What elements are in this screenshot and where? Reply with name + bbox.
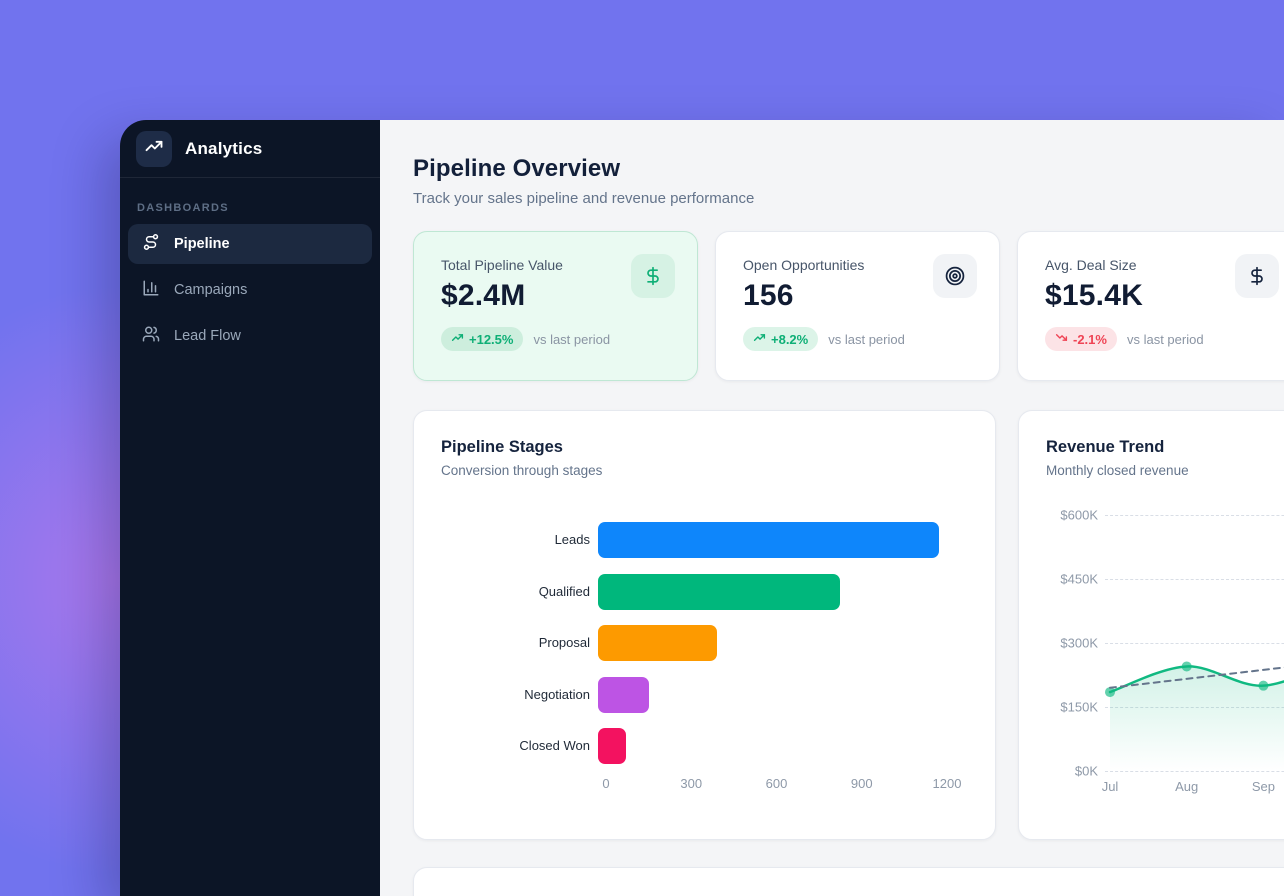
y-tick-label: $600K [1046, 508, 1098, 523]
y-tick-label: $450K [1046, 572, 1098, 587]
sidebar: Analytics DASHBOARDS Pipeline [120, 120, 380, 896]
revenue-trend-plot: $600K$450K$300K$150K$0K [1046, 515, 1284, 771]
logo-row: Analytics [120, 120, 380, 178]
bar-track [598, 677, 939, 713]
x-tick-label: 300 [680, 776, 702, 791]
chart-title: Pipeline Stages [441, 438, 968, 457]
bar-row-proposal: Proposal [441, 625, 968, 661]
delta-value: +8.2% [771, 332, 808, 347]
bar-track [598, 522, 939, 558]
bar-category-label: Closed Won [441, 738, 598, 754]
target-icon [933, 254, 977, 298]
y-tick-label: $150K [1046, 700, 1098, 715]
revenue-trend-card: Revenue Trend Monthly closed revenue $60… [1018, 410, 1284, 840]
delta-badge: -2.1% [1045, 327, 1117, 351]
bar-category-label: Leads [441, 532, 598, 548]
kpi-card-total-pipeline-value: Total Pipeline Value $2.4M +12.5% vs las… [413, 231, 698, 381]
kpi-period: vs last period [533, 332, 610, 347]
bar-qualified[interactable] [598, 574, 840, 610]
x-tick-label: Jul [1102, 779, 1119, 794]
chart-subtitle: Conversion through stages [441, 463, 968, 478]
bar-row-closed-won: Closed Won [441, 728, 968, 764]
sidebar-item-label: Pipeline [174, 236, 230, 252]
kpi-row: Total Pipeline Value $2.4M +12.5% vs las… [413, 231, 1284, 381]
charts-row: Pipeline Stages Conversion through stage… [413, 410, 1284, 840]
kpi-foot: +8.2% vs last period [743, 327, 972, 351]
route-icon [142, 233, 160, 255]
app-window: Analytics DASHBOARDS Pipeline [120, 120, 1284, 896]
kpi-period: vs last period [828, 332, 905, 347]
partial-card [413, 867, 1284, 896]
trending-up-icon [144, 136, 164, 161]
page-subtitle: Track your sales pipeline and revenue pe… [413, 190, 1284, 207]
delta-badge: +8.2% [743, 327, 818, 351]
bar-negotiation[interactable] [598, 677, 649, 713]
dollar-icon [631, 254, 675, 298]
bar-proposal[interactable] [598, 625, 717, 661]
pipeline-stages-x-axis: 03006009001200 [606, 776, 947, 794]
y-tick-label: $0K [1046, 764, 1098, 779]
bar-row-leads: Leads [441, 522, 968, 558]
bar-track [598, 574, 939, 610]
users-icon [142, 325, 160, 347]
x-tick-label: Aug [1175, 779, 1198, 794]
analytics-logo [136, 131, 172, 167]
sidebar-item-lead-flow[interactable]: Lead Flow [128, 316, 372, 356]
gridline [1105, 771, 1284, 772]
pipeline-stages-plot: Leads Qualified Proposal Negotiation Closed … [441, 522, 968, 764]
bar-leads[interactable] [598, 522, 939, 558]
delta-value: +12.5% [469, 332, 513, 347]
revenue-trend-series [1105, 515, 1284, 771]
sidebar-nav: Pipeline Campaigns Lead Flow [120, 224, 380, 356]
x-tick-label: 600 [766, 776, 788, 791]
sidebar-item-pipeline[interactable]: Pipeline [128, 224, 372, 264]
bar-closed-won[interactable] [598, 728, 626, 764]
trending-up-icon [451, 331, 464, 347]
bar-category-label: Qualified [441, 584, 598, 600]
bar-category-label: Proposal [441, 635, 598, 651]
bar-row-qualified: Qualified [441, 574, 968, 610]
y-tick-label: $300K [1046, 636, 1098, 651]
x-tick-label: 1200 [933, 776, 962, 791]
sidebar-section-label: DASHBOARDS [137, 202, 380, 214]
page-title: Pipeline Overview [413, 155, 1284, 183]
chart-subtitle: Monthly closed revenue [1046, 463, 1284, 478]
kpi-card-open-opportunities: Open Opportunities 156 +8.2% vs last per… [715, 231, 1000, 381]
x-tick-label: Sep [1252, 779, 1275, 794]
revenue-trend-x-axis: Jul Aug Sep [1105, 779, 1284, 797]
chart-title: Revenue Trend [1046, 438, 1284, 457]
bar-chart-icon [142, 279, 160, 301]
sidebar-item-label: Lead Flow [174, 328, 241, 344]
x-tick-label: 900 [851, 776, 873, 791]
delta-value: -2.1% [1073, 332, 1107, 347]
main-content: Pipeline Overview Track your sales pipel… [380, 120, 1284, 896]
revenue-point[interactable] [1258, 681, 1268, 691]
trending-up-icon [753, 331, 766, 347]
sidebar-item-campaigns[interactable]: Campaigns [128, 270, 372, 310]
app-title: Analytics [185, 139, 262, 159]
trending-down-icon [1055, 331, 1068, 347]
bar-track [598, 625, 939, 661]
pipeline-stages-card: Pipeline Stages Conversion through stage… [413, 410, 996, 840]
kpi-foot: -2.1% vs last period [1045, 327, 1274, 351]
revenue-point[interactable] [1182, 661, 1192, 671]
sidebar-item-label: Campaigns [174, 282, 247, 298]
bar-track [598, 728, 939, 764]
kpi-foot: +12.5% vs last period [441, 327, 670, 351]
x-tick-label: 0 [602, 776, 609, 791]
delta-badge: +12.5% [441, 327, 523, 351]
dollar-icon [1235, 254, 1279, 298]
bar-category-label: Negotiation [441, 687, 598, 703]
kpi-period: vs last period [1127, 332, 1204, 347]
kpi-card-avg-deal-size: Avg. Deal Size $15.4K -2.1% vs last peri… [1017, 231, 1284, 381]
bar-row-negotiation: Negotiation [441, 677, 968, 713]
revenue-area [1110, 658, 1284, 771]
